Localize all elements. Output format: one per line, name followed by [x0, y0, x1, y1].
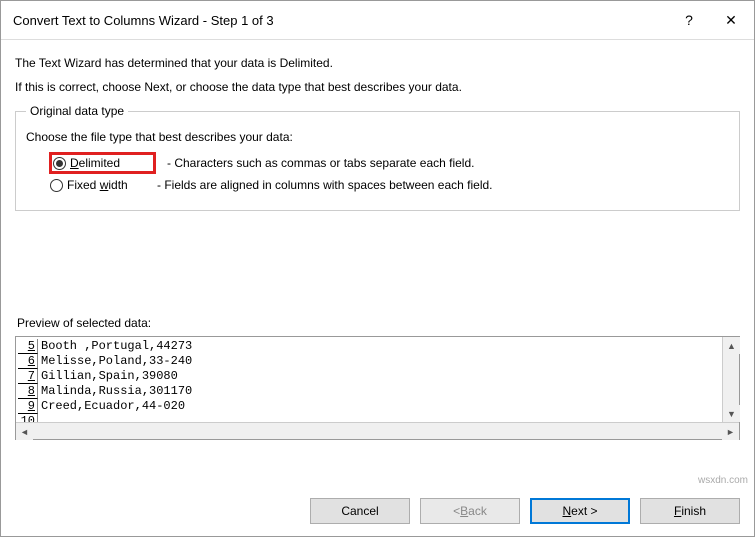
preview-scrollbar-vertical[interactable]: ▲ ▼ — [722, 337, 739, 422]
cancel-button[interactable]: Cancel — [310, 498, 410, 524]
preview-row: 7Gillian,Spain,39080 — [18, 369, 739, 384]
radio-fixedwidth-label: Fixed width — [67, 178, 147, 192]
radio-fixedwidth[interactable] — [50, 179, 63, 192]
intro-line1: The Text Wizard has determined that your… — [15, 56, 740, 70]
titlebar: Convert Text to Columns Wizard - Step 1 … — [1, 1, 754, 40]
scroll-right-icon[interactable]: ► — [722, 423, 739, 440]
radio-delimited[interactable] — [53, 157, 66, 170]
intro-line2: If this is correct, choose Next, or choo… — [15, 80, 740, 94]
delimited-highlight: Delimited — [49, 152, 156, 174]
dialog-content: The Text Wizard has determined that your… — [1, 40, 754, 440]
back-button: < Back — [420, 498, 520, 524]
radio-fixedwidth-desc: - Fields are aligned in columns with spa… — [157, 178, 493, 192]
preview-row: 6Melisse,Poland,33-240 — [18, 354, 739, 369]
preview-scrollbar-horizontal[interactable]: ◄ ► — [16, 422, 739, 439]
preview-label: Preview of selected data: — [17, 316, 740, 330]
group-legend: Original data type — [26, 104, 128, 118]
preview-row: 5Booth ,Portugal,44273 — [18, 339, 739, 354]
titlebar-actions: ? ✕ — [670, 7, 750, 33]
radio-fixedwidth-row[interactable]: Fixed width - Fields are aligned in colu… — [50, 178, 729, 192]
radio-delimited-desc: - Characters such as commas or tabs sepa… — [167, 156, 474, 170]
group-desc: Choose the file type that best describes… — [26, 130, 729, 144]
radio-delimited-row[interactable]: Delimited - Characters such as commas or… — [50, 152, 729, 174]
finish-button[interactable]: Finish — [640, 498, 740, 524]
watermark: wsxdn.com — [698, 475, 748, 486]
scroll-up-icon[interactable]: ▲ — [723, 337, 740, 354]
next-button[interactable]: Next > — [530, 498, 630, 524]
preview-row: 9Creed,Ecuador,44-020 — [18, 399, 739, 414]
dialog-buttons: Cancel < Back Next > Finish — [310, 498, 740, 524]
preview-box: 5Booth ,Portugal,44273 6Melisse,Poland,3… — [15, 336, 740, 440]
scroll-left-icon[interactable]: ◄ — [16, 423, 33, 440]
scroll-down-icon[interactable]: ▼ — [723, 405, 740, 422]
close-button[interactable]: ✕ — [712, 7, 750, 33]
original-data-type-group: Original data type Choose the file type … — [15, 104, 740, 211]
dialog-title: Convert Text to Columns Wizard - Step 1 … — [13, 13, 670, 28]
radio-delimited-label: Delimited — [70, 156, 150, 170]
help-button[interactable]: ? — [670, 7, 708, 33]
preview-row: 8Malinda,Russia,301170 — [18, 384, 739, 399]
